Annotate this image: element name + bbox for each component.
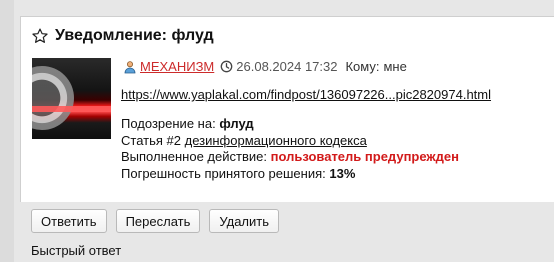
- author-link[interactable]: МЕХАНИЗМ: [140, 59, 214, 74]
- suspicion-label: Подозрение на:: [121, 116, 216, 131]
- red-bar-graphic: [32, 106, 111, 112]
- recipient-value: мне: [383, 59, 407, 74]
- notification-card: Уведомление: флуд МЕХАНИЗМ 26.08.2024 17…: [20, 16, 554, 202]
- details-block: Подозрение на: флуд Статья #2 дезинформа…: [121, 116, 459, 182]
- article-link[interactable]: дезинформационного кодекса: [185, 133, 367, 148]
- left-strip: [0, 0, 14, 262]
- suspicion-value: флуд: [219, 116, 254, 131]
- quick-reply-label[interactable]: Быстрый ответ: [31, 243, 121, 258]
- page: Уведомление: флуд МЕХАНИЗМ 26.08.2024 17…: [0, 0, 554, 262]
- delete-button[interactable]: Удалить: [209, 209, 280, 233]
- error-label: Погрешность принятого решения:: [121, 165, 326, 181]
- reply-button[interactable]: Ответить: [31, 209, 107, 233]
- star-icon[interactable]: [31, 27, 49, 45]
- avatar[interactable]: [32, 58, 111, 139]
- action-value: пользователь предупрежден: [270, 149, 459, 164]
- action-label: Выполненное действие:: [121, 149, 267, 164]
- recipient-label: Кому:: [345, 59, 380, 74]
- suspicion-line: Подозрение на: флуд: [121, 116, 459, 133]
- error-line: Погрешность принятого решения: 13%: [121, 166, 459, 183]
- gear-graphic: [32, 66, 74, 130]
- user-icon: [123, 60, 137, 74]
- notification-title: Уведомление: флуд: [55, 27, 214, 44]
- meta-row: МЕХАНИЗМ 26.08.2024 17:32 Кому: мне: [123, 59, 407, 74]
- action-line: Выполненное действие: пользователь преду…: [121, 149, 459, 166]
- article-prefix: Статья #2: [121, 132, 181, 148]
- forward-button[interactable]: Переслать: [115, 209, 201, 233]
- clock-icon: [220, 60, 233, 73]
- post-link[interactable]: https://www.yaplakal.com/findpost/136097…: [121, 87, 491, 102]
- action-buttons: Ответить Переслать Удалить: [31, 209, 280, 233]
- post-date: 26.08.2024 17:32: [236, 59, 338, 74]
- title-row: Уведомление: флуд: [31, 27, 214, 45]
- error-value: 13%: [329, 165, 356, 181]
- article-line: Статья #2 дезинформационного кодекса: [121, 133, 459, 150]
